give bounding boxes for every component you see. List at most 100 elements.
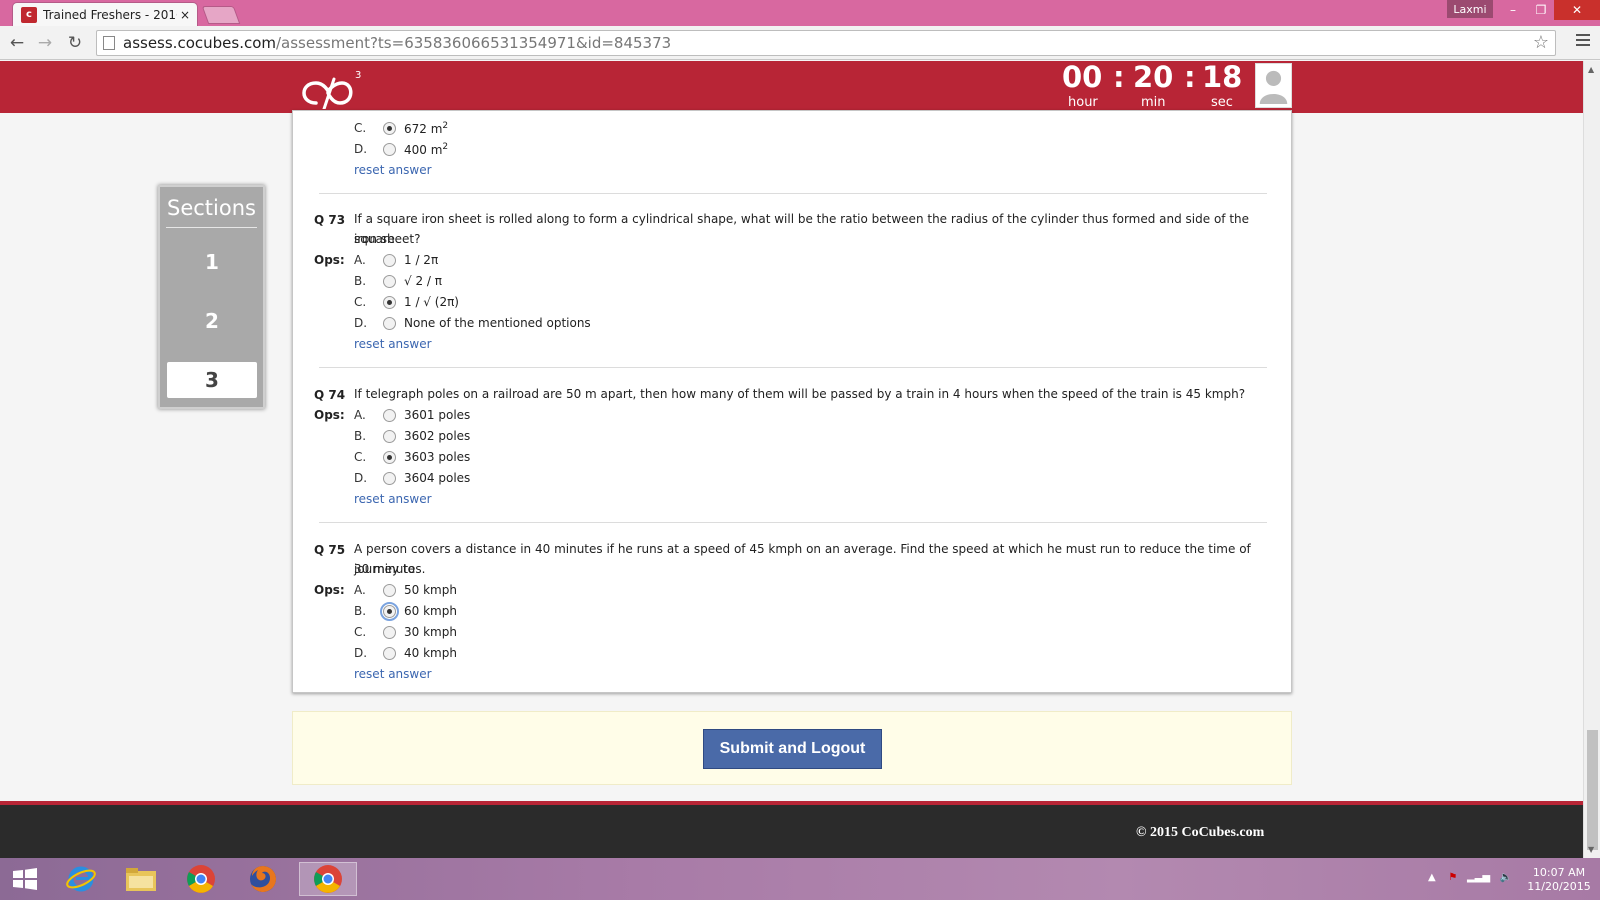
question-text-line: If a square iron sheet is rolled along t… <box>354 212 1250 246</box>
option-letter: B. <box>354 274 367 288</box>
option-text: √ 2 / π <box>404 274 442 288</box>
windows-start-icon[interactable] <box>0 862 50 896</box>
file-explorer-icon[interactable] <box>116 862 166 896</box>
option-letter: D. <box>354 316 368 330</box>
browser-titlebar: c Trained Freshers - 2016 - × Laxmi – ❐ … <box>0 0 1600 26</box>
page-icon <box>103 36 115 50</box>
option-text: 3603 poles <box>404 450 471 464</box>
option-radio[interactable] <box>383 584 396 597</box>
ops-label: Ops: <box>314 583 345 597</box>
page-scrollbar[interactable]: ▲ ▼ <box>1583 61 1600 858</box>
question-number: Q 75 <box>314 543 346 557</box>
scroll-up-arrow-icon[interactable]: ▲ <box>1588 65 1594 74</box>
cocubes-logo: 3 <box>302 70 361 109</box>
ops-label: Ops: <box>314 408 345 422</box>
countdown-timer: 00 : 20 : 18 hour min sec <box>1058 60 1248 113</box>
timer-sec-label: sec <box>1211 95 1233 110</box>
forward-arrow-icon[interactable]: → <box>34 32 56 54</box>
site-footer: © 2015 CoCubes.com <box>0 801 1583 858</box>
option-text: 1 / √ (2π) <box>404 295 459 309</box>
volume-icon[interactable]: 🔈 <box>1500 872 1512 883</box>
option-radio[interactable] <box>380 602 399 621</box>
option-radio[interactable] <box>383 451 396 464</box>
scroll-thumb[interactable] <box>1587 730 1598 850</box>
taskbar-clock[interactable]: 10:07 AM 11/20/2015 <box>1522 866 1596 894</box>
option-radio[interactable] <box>383 317 396 330</box>
option-text: 50 kmph <box>404 583 457 597</box>
scroll-down-arrow-icon[interactable]: ▼ <box>1588 845 1594 854</box>
option-radio[interactable] <box>383 472 396 485</box>
timer-hour-label: hour <box>1068 95 1098 110</box>
chrome-active-icon[interactable] <box>299 862 357 896</box>
reload-icon[interactable]: ↻ <box>64 32 86 54</box>
question-text-line: If telegraph poles on a railroad are 50 … <box>354 387 1246 401</box>
option-letter: D. <box>354 646 368 660</box>
bookmark-star-icon[interactable]: ☆ <box>1533 32 1549 53</box>
profile-badge[interactable]: Laxmi <box>1447 0 1493 18</box>
reset-answer-link[interactable]: reset answer <box>354 492 432 506</box>
option-letter: D. <box>354 142 368 156</box>
section-item-3[interactable]: 3 <box>167 362 257 398</box>
option-letter: D. <box>354 471 368 485</box>
option-text: 1 / 2π <box>404 253 439 267</box>
question-text-line: 30 minutes. <box>354 562 426 576</box>
user-avatar-icon[interactable] <box>1255 63 1292 108</box>
sections-title: Sections <box>166 187 257 228</box>
option-text: 3601 poles <box>404 408 471 422</box>
option-letter: A. <box>354 253 366 267</box>
address-bar[interactable]: assess.cocubes.com/assessment?ts=6358360… <box>96 30 1556 56</box>
option-radio[interactable] <box>383 275 396 288</box>
internet-explorer-icon[interactable] <box>56 862 106 896</box>
option-text: 672 m2 <box>404 121 449 136</box>
option-text: 3602 poles <box>404 429 471 443</box>
restore-button[interactable]: ❐ <box>1527 0 1555 20</box>
option-radio[interactable] <box>383 626 396 639</box>
clock-time: 10:07 AM <box>1532 866 1586 879</box>
option-radio[interactable] <box>383 409 396 422</box>
browser-toolbar: ← → ↻ assess.cocubes.com/assessment?ts=6… <box>0 26 1600 60</box>
submit-and-logout-button[interactable]: Submit and Logout <box>703 729 882 769</box>
option-radio[interactable] <box>383 143 396 156</box>
option-letter: C. <box>354 121 367 135</box>
new-tab-button[interactable] <box>201 6 241 24</box>
action-center-flag-icon[interactable]: ⚑ <box>1448 872 1457 883</box>
section-item-1[interactable]: 1 <box>167 244 257 280</box>
option-text: 60 kmph <box>404 604 457 618</box>
question-divider <box>319 522 1267 523</box>
option-text: 30 kmph <box>404 625 457 639</box>
question-text-line: A person covers a distance in 40 minutes… <box>354 542 1251 576</box>
submit-area: Submit and Logout <box>292 711 1292 785</box>
firefox-icon[interactable] <box>238 862 288 896</box>
sections-panel: Sections 1 2 3 <box>158 185 265 409</box>
option-radio[interactable] <box>383 122 396 135</box>
option-radio[interactable] <box>383 296 396 309</box>
option-letter: A. <box>354 583 366 597</box>
reset-answer-link[interactable]: reset answer <box>354 667 432 681</box>
tab-title: Trained Freshers - 2016 - <box>43 7 177 22</box>
back-arrow-icon[interactable]: ← <box>6 32 28 54</box>
option-text: None of the mentioned options <box>404 316 591 330</box>
option-text: 400 m2 <box>404 142 449 157</box>
browser-tab[interactable]: c Trained Freshers - 2016 - × <box>12 2 198 26</box>
option-text: 40 kmph <box>404 646 457 660</box>
tab-close-icon[interactable]: × <box>177 8 193 22</box>
tray-expand-icon[interactable]: ▲ <box>1428 872 1436 883</box>
option-letter: B. <box>354 604 367 618</box>
option-radio[interactable] <box>383 254 396 267</box>
reset-answer-link[interactable]: reset answer <box>354 163 432 177</box>
footer-copyright: © 2015 CoCubes.com <box>1136 825 1265 840</box>
reset-answer-link[interactable]: reset answer <box>354 337 432 351</box>
windows-taskbar: ▲ ⚑ ▂▃▅ 🔈 10:07 AM 11/20/2015 <box>0 858 1600 900</box>
minimize-button[interactable]: – <box>1499 0 1527 20</box>
timer-minutes: 20 <box>1133 60 1174 94</box>
option-radio[interactable] <box>383 647 396 660</box>
option-radio[interactable] <box>383 430 396 443</box>
system-tray[interactable]: ▲ ⚑ ▂▃▅ 🔈 <box>1428 872 1512 883</box>
chrome-icon[interactable] <box>176 862 226 896</box>
browser-menu-icon[interactable] <box>1576 34 1590 49</box>
timer-separator: : <box>1113 60 1125 94</box>
timer-min-label: min <box>1141 95 1166 110</box>
section-item-2[interactable]: 2 <box>167 303 257 339</box>
network-signal-icon[interactable]: ▂▃▅ <box>1467 872 1490 883</box>
window-close-button[interactable]: ✕ <box>1554 0 1600 20</box>
